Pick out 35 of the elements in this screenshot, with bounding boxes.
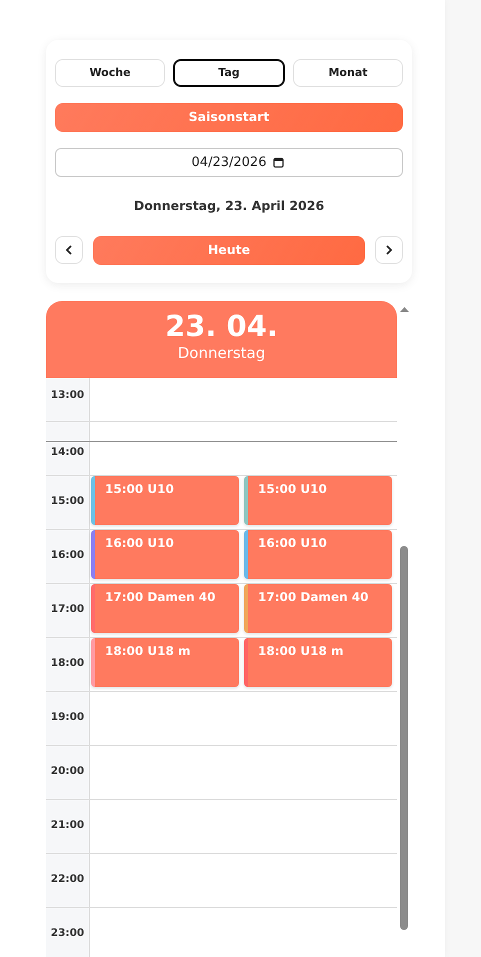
calendar-event[interactable]: 15:00 U10 bbox=[244, 476, 392, 525]
scroll-up-arrow-icon bbox=[400, 306, 409, 312]
today-button[interactable]: Heute bbox=[93, 236, 365, 265]
hour-label: 23:00 bbox=[50, 926, 84, 942]
date-label: Donnerstag, 23. April 2026 bbox=[132, 197, 326, 215]
view-tab[interactable]: Woche bbox=[55, 59, 165, 87]
chevron-left-icon bbox=[65, 245, 73, 256]
hour-label: 22:00 bbox=[50, 872, 84, 888]
hour-label: 13:00 bbox=[50, 388, 84, 403]
chevron-right-icon bbox=[385, 245, 393, 256]
view-tab[interactable]: Tag bbox=[173, 59, 285, 87]
date-field[interactable]: 04/23/2026 bbox=[55, 148, 403, 177]
day-weekday: Donnerstag bbox=[176, 344, 266, 362]
hour-label: 14:00 bbox=[50, 444, 84, 460]
calendar-event[interactable]: 16:00 U10 bbox=[91, 530, 239, 579]
scrollbar-thumb[interactable] bbox=[400, 546, 408, 930]
view-tab[interactable]: Monat bbox=[293, 59, 403, 87]
hour-label: 15:00 bbox=[50, 494, 84, 510]
calendar-event[interactable]: 17:00 Damen 40 bbox=[91, 584, 239, 633]
hour-label: 19:00 bbox=[50, 710, 84, 726]
calendar-event[interactable]: 18:00 U18 m bbox=[244, 638, 392, 687]
previous-button[interactable] bbox=[55, 236, 83, 264]
hour-label: 21:00 bbox=[50, 818, 84, 834]
calendar-event[interactable]: 15:00 U10 bbox=[91, 476, 239, 525]
calendar-event[interactable]: 16:00 U10 bbox=[244, 530, 392, 579]
calendar-icon bbox=[273, 157, 284, 168]
hour-label: 17:00 bbox=[50, 602, 84, 618]
hour-label: 20:00 bbox=[50, 764, 84, 780]
hour-label: 18:00 bbox=[50, 656, 84, 672]
next-button[interactable] bbox=[375, 236, 403, 264]
day-date: 23. 04. bbox=[164, 308, 279, 344]
hour-label: 16:00 bbox=[50, 548, 84, 564]
season-start-button[interactable]: Saisonstart bbox=[55, 103, 403, 132]
calendar-event[interactable]: 18:00 U18 m bbox=[91, 638, 239, 687]
calendar-event[interactable]: 17:00 Damen 40 bbox=[244, 584, 392, 633]
